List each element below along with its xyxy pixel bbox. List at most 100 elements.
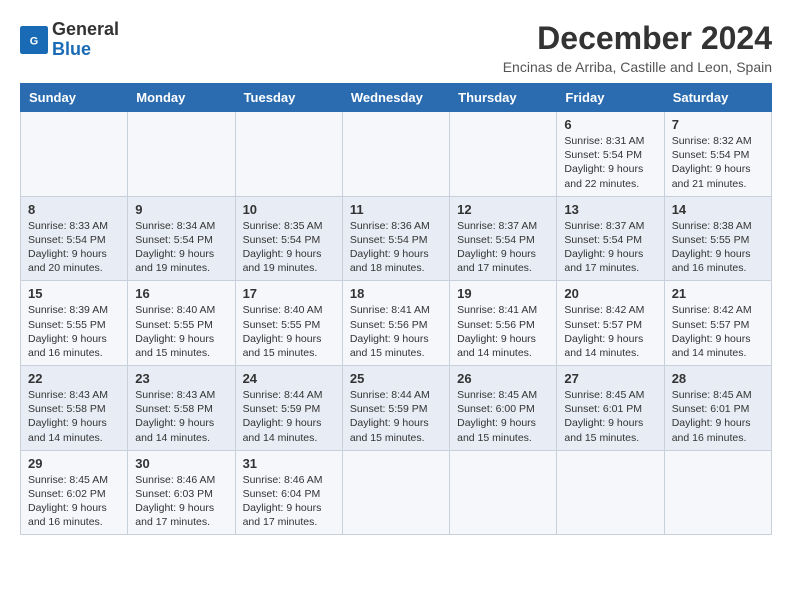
- daylight-text: Daylight: 9 hours and 15 minutes.: [243, 332, 335, 360]
- empty-cell: [450, 112, 557, 197]
- calendar-cell: 27Sunrise: 8:45 AMSunset: 6:01 PMDayligh…: [557, 366, 664, 451]
- daylight-text: Daylight: 9 hours and 15 minutes.: [457, 416, 549, 444]
- sunset-text: Sunset: 5:55 PM: [243, 318, 335, 332]
- day-number: 14: [672, 202, 764, 217]
- daylight-text: Daylight: 9 hours and 19 minutes.: [135, 247, 227, 275]
- sunset-text: Sunset: 5:55 PM: [135, 318, 227, 332]
- sunrise-text: Sunrise: 8:35 AM: [243, 219, 335, 233]
- day-number: 25: [350, 371, 442, 386]
- logo-text: GeneralBlue: [52, 20, 119, 60]
- calendar-cell: 21Sunrise: 8:42 AMSunset: 5:57 PMDayligh…: [664, 281, 771, 366]
- day-number: 26: [457, 371, 549, 386]
- sunrise-text: Sunrise: 8:33 AM: [28, 219, 120, 233]
- sunrise-text: Sunrise: 8:37 AM: [457, 219, 549, 233]
- daylight-text: Daylight: 9 hours and 20 minutes.: [28, 247, 120, 275]
- sunset-text: Sunset: 5:59 PM: [243, 402, 335, 416]
- sunset-text: Sunset: 5:58 PM: [135, 402, 227, 416]
- header-day-thursday: Thursday: [450, 84, 557, 112]
- sunrise-text: Sunrise: 8:46 AM: [135, 473, 227, 487]
- header-day-friday: Friday: [557, 84, 664, 112]
- sunset-text: Sunset: 6:01 PM: [672, 402, 764, 416]
- daylight-text: Daylight: 9 hours and 18 minutes.: [350, 247, 442, 275]
- sunset-text: Sunset: 5:54 PM: [564, 233, 656, 247]
- logo: G GeneralBlue: [20, 20, 119, 60]
- sunrise-text: Sunrise: 8:32 AM: [672, 134, 764, 148]
- day-number: 16: [135, 286, 227, 301]
- logo-blue-text: Blue: [52, 39, 91, 59]
- sunset-text: Sunset: 5:54 PM: [457, 233, 549, 247]
- sunrise-text: Sunrise: 8:37 AM: [564, 219, 656, 233]
- daylight-text: Daylight: 9 hours and 14 minutes.: [564, 332, 656, 360]
- day-number: 27: [564, 371, 656, 386]
- daylight-text: Daylight: 9 hours and 22 minutes.: [564, 162, 656, 190]
- sunset-text: Sunset: 5:54 PM: [28, 233, 120, 247]
- calendar-cell: 17Sunrise: 8:40 AMSunset: 5:55 PMDayligh…: [235, 281, 342, 366]
- sunset-text: Sunset: 5:57 PM: [672, 318, 764, 332]
- daylight-text: Daylight: 9 hours and 14 minutes.: [135, 416, 227, 444]
- sunset-text: Sunset: 6:02 PM: [28, 487, 120, 501]
- sunrise-text: Sunrise: 8:44 AM: [350, 388, 442, 402]
- sunrise-text: Sunrise: 8:46 AM: [243, 473, 335, 487]
- day-number: 29: [28, 456, 120, 471]
- daylight-text: Daylight: 9 hours and 17 minutes.: [135, 501, 227, 529]
- day-number: 9: [135, 202, 227, 217]
- sunrise-text: Sunrise: 8:45 AM: [564, 388, 656, 402]
- sunset-text: Sunset: 5:57 PM: [564, 318, 656, 332]
- sunrise-text: Sunrise: 8:41 AM: [350, 303, 442, 317]
- sunrise-text: Sunrise: 8:38 AM: [672, 219, 764, 233]
- calendar-cell: 14 Sunrise: 8:38 AMSunset: 5:55 PMDayligh…: [664, 196, 771, 281]
- calendar-cell: 10Sunrise: 8:35 AMSunset: 5:54 PMDayligh…: [235, 196, 342, 281]
- daylight-text: Daylight: 9 hours and 14 minutes.: [457, 332, 549, 360]
- sunrise-text: Sunrise: 8:41 AM: [457, 303, 549, 317]
- day-number: 30: [135, 456, 227, 471]
- calendar-cell: 20Sunrise: 8:42 AMSunset: 5:57 PMDayligh…: [557, 281, 664, 366]
- calendar-cell: 22 Sunrise: 8:43 AMSunset: 5:58 PMDayligh…: [21, 366, 128, 451]
- daylight-text: Daylight: 9 hours and 21 minutes.: [672, 162, 764, 190]
- calendar-cell: 15 Sunrise: 8:39 AMSunset: 5:55 PMDayligh…: [21, 281, 128, 366]
- sunset-text: Sunset: 6:03 PM: [135, 487, 227, 501]
- empty-cell: [664, 450, 771, 535]
- daylight-text: Daylight: 9 hours and 15 minutes.: [350, 416, 442, 444]
- sunset-text: Sunset: 5:55 PM: [672, 233, 764, 247]
- sunset-text: Sunset: 5:55 PM: [28, 318, 120, 332]
- daylight-text: Daylight: 9 hours and 19 minutes.: [243, 247, 335, 275]
- daylight-text: Daylight: 9 hours and 14 minutes.: [28, 416, 120, 444]
- calendar-cell: 6Sunrise: 8:31 AMSunset: 5:54 PMDaylight…: [557, 112, 664, 197]
- calendar-body: 6Sunrise: 8:31 AMSunset: 5:54 PMDaylight…: [21, 112, 772, 535]
- sunrise-text: Sunrise: 8:43 AM: [28, 388, 120, 402]
- day-number: 20: [564, 286, 656, 301]
- calendar-cell: 7Sunrise: 8:32 AMSunset: 5:54 PMDaylight…: [664, 112, 771, 197]
- calendar-cell: 24Sunrise: 8:44 AMSunset: 5:59 PMDayligh…: [235, 366, 342, 451]
- daylight-text: Daylight: 9 hours and 16 minutes.: [672, 247, 764, 275]
- sunrise-text: Sunrise: 8:39 AM: [28, 303, 120, 317]
- day-number: 8: [28, 202, 120, 217]
- daylight-text: Daylight: 9 hours and 17 minutes.: [564, 247, 656, 275]
- day-number: 21: [672, 286, 764, 301]
- daylight-text: Daylight: 9 hours and 15 minutes.: [135, 332, 227, 360]
- daylight-text: Daylight: 9 hours and 16 minutes.: [28, 332, 120, 360]
- calendar-cell: 13Sunrise: 8:37 AMSunset: 5:54 PMDayligh…: [557, 196, 664, 281]
- daylight-text: Daylight: 9 hours and 17 minutes.: [457, 247, 549, 275]
- sunrise-text: Sunrise: 8:42 AM: [672, 303, 764, 317]
- day-number: 18: [350, 286, 442, 301]
- day-number: 6: [564, 117, 656, 132]
- sunrise-text: Sunrise: 8:44 AM: [243, 388, 335, 402]
- sunset-text: Sunset: 5:54 PM: [350, 233, 442, 247]
- empty-cell: [128, 112, 235, 197]
- calendar-week-row: 8Sunrise: 8:33 AMSunset: 5:54 PMDaylight…: [21, 196, 772, 281]
- day-number: 15: [28, 286, 120, 301]
- day-number: 12: [457, 202, 549, 217]
- header-day-tuesday: Tuesday: [235, 84, 342, 112]
- svg-text:G: G: [30, 35, 38, 47]
- sunset-text: Sunset: 5:58 PM: [28, 402, 120, 416]
- calendar-table: SundayMondayTuesdayWednesdayThursdayFrid…: [20, 83, 772, 535]
- sunset-text: Sunset: 6:00 PM: [457, 402, 549, 416]
- empty-cell: [450, 450, 557, 535]
- empty-cell: [342, 450, 449, 535]
- calendar-cell: 29Sunrise: 8:45 AMSunset: 6:02 PMDayligh…: [21, 450, 128, 535]
- sunset-text: Sunset: 5:54 PM: [672, 148, 764, 162]
- day-number: 22: [28, 371, 120, 386]
- header-day-sunday: Sunday: [21, 84, 128, 112]
- calendar-cell: 9Sunrise: 8:34 AMSunset: 5:54 PMDaylight…: [128, 196, 235, 281]
- sunrise-text: Sunrise: 8:40 AM: [135, 303, 227, 317]
